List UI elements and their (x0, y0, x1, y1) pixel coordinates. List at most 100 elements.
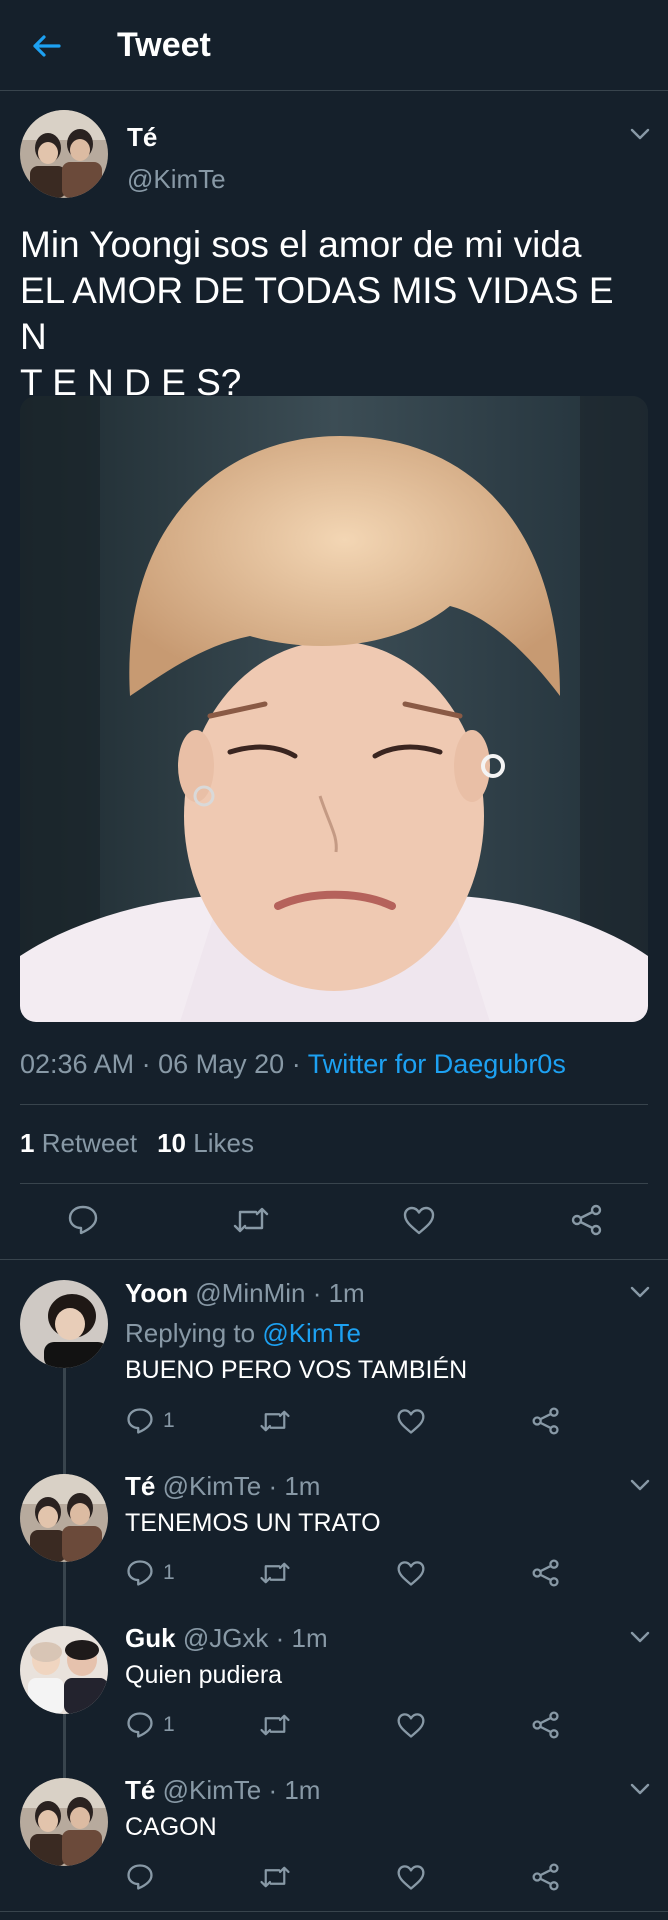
reply-button[interactable] (125, 1859, 163, 1895)
reply-icon (68, 1205, 98, 1235)
reply-author-name[interactable]: Té (125, 1471, 155, 1501)
author-handle[interactable]: @KimTe (127, 164, 226, 195)
share-icon (532, 1711, 559, 1739)
back-button[interactable] (24, 28, 68, 64)
reply-header: Té @KimTe · 1m (125, 1775, 320, 1806)
reply-avatar[interactable] (20, 1778, 108, 1866)
reply-icon (127, 1560, 153, 1586)
divider (0, 1259, 668, 1260)
retweet-button[interactable] (259, 1707, 291, 1743)
reply-options-button[interactable] (626, 1475, 654, 1495)
likes-count: 10 (157, 1128, 187, 1158)
likes-label: Likes (193, 1128, 254, 1158)
reply-button[interactable]: 1 (125, 1403, 175, 1439)
chevron-down-icon (630, 1783, 650, 1795)
reply-button[interactable]: 1 (125, 1707, 175, 1743)
tweet-meta: 02:36 AM · 06 May 20 · Twitter for Daegu… (20, 1049, 566, 1080)
retweets-stat[interactable]: 1 Retweet (20, 1128, 137, 1158)
share-button[interactable] (563, 1196, 611, 1244)
replying-to: Replying to @KimTe (125, 1318, 361, 1349)
tweet-date: 06 May 20 (158, 1049, 285, 1079)
reply-author-name[interactable]: Té (125, 1775, 155, 1805)
author-name[interactable]: Té (127, 122, 157, 153)
reply-time: · 1m (268, 1775, 321, 1805)
reply-avatar[interactable] (20, 1626, 108, 1714)
reply-text: Quien pudiera (125, 1661, 283, 1689)
reply-header: Té @KimTe · 1m (125, 1471, 320, 1502)
likes-stat[interactable]: 10 Likes (157, 1128, 254, 1158)
reply-options-button[interactable] (626, 1282, 654, 1302)
like-button[interactable] (396, 1859, 426, 1895)
reply-icon (127, 1864, 153, 1890)
reply-icon (127, 1408, 153, 1434)
reply-author-handle[interactable]: @JGxk (183, 1623, 269, 1653)
chevron-down-icon (630, 1286, 650, 1298)
divider (0, 1911, 668, 1912)
reply-avatar[interactable] (20, 1280, 108, 1368)
retweet-icon (233, 1207, 269, 1233)
share-button[interactable] (531, 1403, 561, 1439)
share-icon (532, 1863, 559, 1891)
tweet-options-button[interactable] (626, 124, 654, 144)
reply-time: · 1m (268, 1471, 321, 1501)
heart-icon (403, 1206, 435, 1235)
share-button[interactable] (531, 1707, 561, 1743)
share-icon (571, 1204, 602, 1236)
retweet-button[interactable] (227, 1196, 275, 1244)
reply-text: TENEMOS UN TRATO (125, 1509, 381, 1537)
replying-to-label: Replying to (125, 1318, 256, 1348)
reply-avatar[interactable] (20, 1474, 108, 1562)
reply-options-button[interactable] (626, 1627, 654, 1647)
retweet-icon (260, 1866, 290, 1888)
thread-line (63, 1714, 66, 1778)
tweet-photo[interactable] (20, 396, 648, 1022)
meta-separator: · (291, 1049, 301, 1079)
heart-icon (397, 1409, 425, 1434)
reply-icon (127, 1712, 153, 1738)
author-avatar[interactable] (20, 110, 108, 198)
heart-icon (397, 1865, 425, 1890)
like-button[interactable] (396, 1555, 426, 1591)
chevron-down-icon (630, 1479, 650, 1491)
reply-time: · 1m (312, 1278, 365, 1308)
thread-line (63, 1368, 66, 1474)
reply-author-handle[interactable]: @KimTe (163, 1471, 262, 1501)
like-button[interactable] (395, 1196, 443, 1244)
tweet-time: 02:36 AM (20, 1049, 135, 1079)
retweet-button[interactable] (259, 1859, 291, 1895)
reply-button[interactable] (59, 1196, 107, 1244)
retweets-count: 1 (20, 1128, 35, 1158)
retweet-icon (260, 1714, 290, 1736)
retweet-icon (260, 1410, 290, 1432)
like-button[interactable] (396, 1403, 426, 1439)
share-icon (532, 1559, 559, 1587)
retweet-button[interactable] (259, 1555, 291, 1591)
reply-author-handle[interactable]: @MinMin (195, 1278, 305, 1308)
like-button[interactable] (396, 1707, 426, 1743)
reply-count: 1 (163, 1561, 175, 1584)
reply-header: Guk @JGxk · 1m (125, 1623, 328, 1654)
replying-to-link[interactable]: @KimTe (262, 1318, 361, 1348)
retweets-label: Retweet (41, 1128, 138, 1158)
heart-icon (397, 1561, 425, 1586)
share-icon (532, 1407, 559, 1435)
tweet-source-link[interactable]: Twitter for Daegubr0s (308, 1049, 566, 1079)
reply-author-name[interactable]: Yoon (125, 1278, 188, 1308)
share-button[interactable] (531, 1859, 561, 1895)
reply-author-name[interactable]: Guk (125, 1623, 176, 1653)
retweet-button[interactable] (259, 1403, 291, 1439)
reply-text: CAGON (125, 1813, 217, 1841)
heart-icon (397, 1713, 425, 1738)
tweet-stats: 1 Retweet 10 Likes (20, 1128, 254, 1159)
tweet-text: Min Yoongi sos el amor de mi vida EL AMO… (20, 224, 614, 403)
divider (20, 1104, 648, 1105)
reply-author-handle[interactable]: @KimTe (163, 1775, 262, 1805)
reply-button[interactable]: 1 (125, 1555, 175, 1591)
arrow-left-icon (33, 35, 61, 57)
divider (20, 1183, 648, 1184)
reply-options-button[interactable] (626, 1779, 654, 1799)
page-title: Tweet (117, 26, 211, 64)
retweet-icon (260, 1562, 290, 1584)
reply-header: Yoon @MinMin · 1m (125, 1278, 365, 1309)
share-button[interactable] (531, 1555, 561, 1591)
